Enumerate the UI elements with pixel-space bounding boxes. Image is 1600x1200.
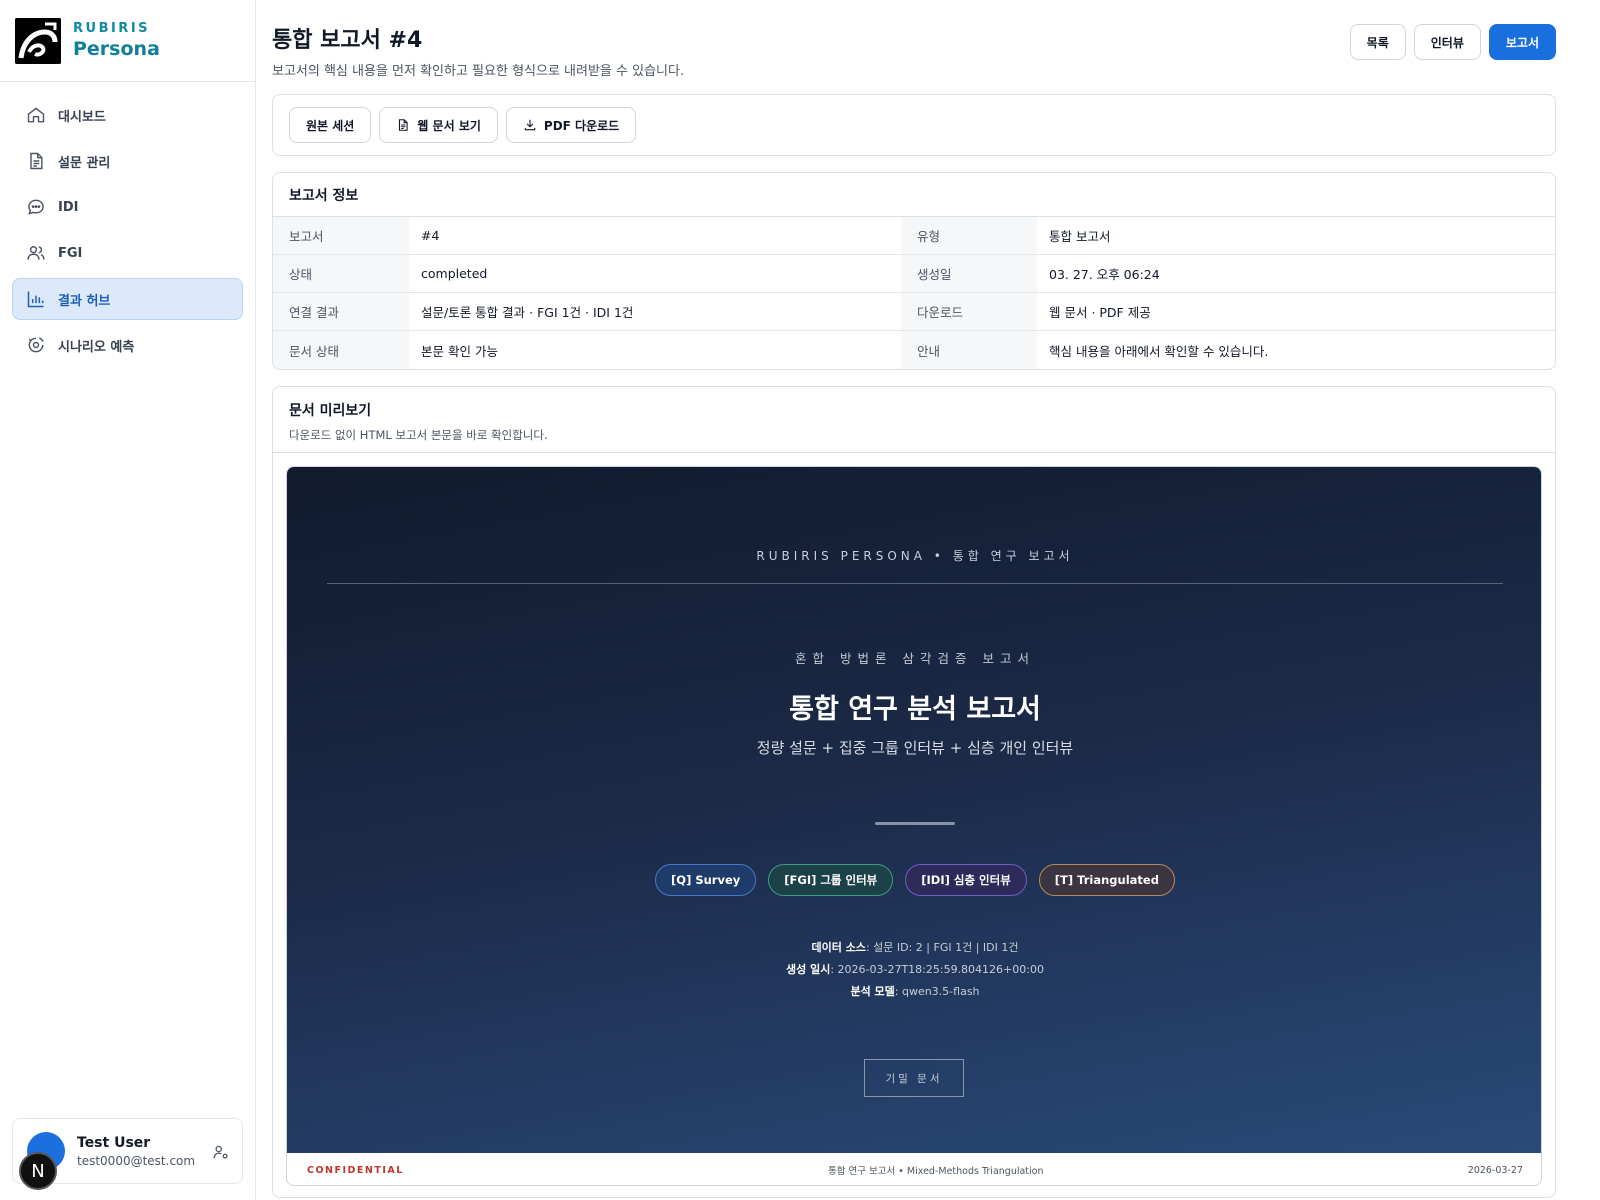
- download-icon: [524, 119, 536, 131]
- document-cover: RUBIRIS PERSONA • 통합 연구 보고서 혼합 방법론 삼각검증 …: [287, 467, 1541, 1153]
- info-key: 문서 상태: [273, 331, 409, 369]
- info-value: #4: [409, 217, 901, 255]
- web-view-button[interactable]: 웹 문서 보기: [379, 107, 498, 143]
- cover-kicker: RUBIRIS PERSONA • 통합 연구 보고서: [756, 549, 1074, 563]
- meta-created-value: : 2026-03-27T18:25:59.804126+00:00: [830, 963, 1044, 976]
- sidebar-item-label: FGI: [58, 245, 83, 261]
- sidebar-item-label: 결과 허브: [58, 293, 111, 309]
- header-actions: 목록 인터뷰 보고서: [1349, 24, 1556, 60]
- document-footer: CONFIDENTIAL 통합 연구 보고서 • Mixed-Methods T…: [287, 1153, 1541, 1185]
- meta-model-label: 분석 모델: [850, 985, 895, 998]
- document-icon: [399, 119, 408, 131]
- page-title: 통합 보고서 #4: [272, 28, 423, 53]
- document-preview-card: 문서 미리보기 다운로드 없이 HTML 보고서 본문을 바로 확인합니다. R…: [272, 386, 1556, 1198]
- cover-subtitle: 정량 설문 + 집중 그룹 인터뷰 + 심층 개인 인터뷰: [756, 739, 1074, 757]
- report-toolbar: 원본 세션 웹 문서 보기 PDF 다운로드: [272, 94, 1556, 156]
- info-key: 다운로드: [901, 293, 1037, 331]
- pdf-download-button[interactable]: PDF 다운로드: [505, 107, 637, 143]
- sidebar-item-idi[interactable]: IDI: [12, 186, 243, 228]
- source-session-button[interactable]: 원본 세션: [289, 107, 372, 143]
- cover-divider: [875, 822, 955, 825]
- chip-fgi: [FGI] 그룹 인터뷰: [768, 864, 894, 896]
- meta-created-label: 생성 일시: [786, 963, 831, 976]
- footer-confidential: CONFIDENTIAL: [307, 1164, 404, 1176]
- avatar: N: [19, 1132, 65, 1190]
- pdf-download-label: PDF 다운로드: [543, 118, 620, 133]
- footer-date: 2026-03-27: [1467, 1164, 1523, 1176]
- sidebar-item-results-hub[interactable]: 결과 허브: [12, 278, 243, 320]
- cover-rule: [327, 583, 1503, 584]
- cover-meta: 데이터 소스: 설문 ID: 2 | FGI 1건 | IDI 1건 생성 일시…: [287, 937, 1541, 1003]
- users-icon: [27, 246, 45, 260]
- chip-survey: [Q] Survey: [655, 864, 757, 896]
- sidebar-item-label: 시나리오 예측: [58, 339, 135, 355]
- dev-badge[interactable]: N: [19, 1152, 57, 1190]
- sidebar-item-scenario[interactable]: 시나리오 예측: [12, 324, 243, 366]
- sidebar-item-label: IDI: [58, 199, 79, 215]
- cover-eyebrow: 혼합 방법론 삼각검증 보고서: [795, 651, 1035, 666]
- list-button[interactable]: 목록: [1349, 24, 1406, 60]
- info-value: 설문/토론 통합 결과 · FGI 1건 · IDI 1건: [409, 293, 901, 331]
- info-value: 웹 문서 · PDF 제공: [1037, 293, 1555, 331]
- report-info-table: 보고서 #4 유형 통합 보고서 상태 completed 생성일 03. 27…: [273, 217, 1555, 369]
- sidebar-item-survey[interactable]: 설문 관리: [12, 140, 243, 182]
- info-key: 상태: [273, 255, 409, 293]
- info-value: 03. 27. 오후 06:24: [1037, 255, 1555, 293]
- source-session-label: 원본 세션: [306, 118, 355, 133]
- page-subtitle: 보고서의 핵심 내용을 먼저 확인하고 필요한 형식으로 내려받을 수 있습니다…: [272, 64, 685, 79]
- brand-name: Persona: [73, 38, 160, 60]
- chip-idi: [IDI] 심층 인터뷰: [905, 864, 1027, 896]
- home-icon: [27, 107, 45, 123]
- sidebar-item-fgi[interactable]: FGI: [12, 232, 243, 274]
- report-info-card: 보고서 정보 보고서 #4 유형 통합 보고서 상태 completed 생성일…: [272, 172, 1556, 370]
- info-key: 유형: [901, 217, 1037, 255]
- bar-chart-icon: [27, 291, 44, 308]
- info-key: 생성일: [901, 255, 1037, 293]
- brand[interactable]: RUBIRIS Persona: [0, 0, 255, 82]
- brand-top: RUBIRIS: [73, 21, 151, 36]
- sidebar-nav: 대시보드 설문 관리 IDI FGI 결과 허브 시나리오 예측: [0, 82, 255, 382]
- user-name: Test User: [77, 1134, 151, 1151]
- meta-source-value: : 설문 ID: 2 | FGI 1건 | IDI 1건: [865, 941, 1019, 954]
- user-email: test0000@test.com: [77, 1153, 196, 1168]
- report-button[interactable]: 보고서: [1488, 24, 1556, 60]
- sidebar-item-label: 설문 관리: [58, 155, 111, 171]
- preview-subtitle: 다운로드 없이 HTML 보고서 본문을 바로 확인합니다.: [289, 428, 548, 442]
- document-icon: [30, 152, 43, 170]
- sidebar-item-label: 대시보드: [58, 109, 106, 125]
- info-value: 핵심 내용을 아래에서 확인할 수 있습니다.: [1049, 343, 1269, 359]
- logo-icon: [15, 17, 61, 64]
- meta-model-value: : qwen3.5-flash: [894, 985, 980, 998]
- user-settings-icon[interactable]: [212, 1143, 230, 1161]
- web-view-label: 웹 문서 보기: [417, 118, 481, 133]
- preview-title: 문서 미리보기: [289, 403, 372, 419]
- footer-title: 통합 연구 보고서 • Mixed-Methods Triangulation: [828, 1166, 1044, 1177]
- info-value: completed: [409, 255, 901, 293]
- info-value: 본문 확인 가능: [421, 343, 498, 359]
- cover-title: 통합 연구 분석 보고서: [789, 694, 1041, 725]
- report-info-title: 보고서 정보: [273, 173, 1555, 217]
- info-key: 안내: [901, 331, 1037, 369]
- chat-icon: [28, 199, 44, 215]
- confidential-stamp: 기밀 문서: [864, 1059, 964, 1097]
- info-key: 보고서: [273, 217, 409, 255]
- sidebar-item-dashboard[interactable]: 대시보드: [12, 94, 243, 136]
- document-preview-frame[interactable]: RUBIRIS PERSONA • 통합 연구 보고서 혼합 방법론 삼각검증 …: [286, 466, 1542, 1186]
- method-chips: [Q] Survey [FGI] 그룹 인터뷰 [IDI] 심층 인터뷰 [T]…: [287, 864, 1541, 896]
- info-key: 연결 결과: [273, 293, 409, 331]
- meta-source-label: 데이터 소스: [811, 941, 866, 954]
- interview-button[interactable]: 인터뷰: [1413, 24, 1481, 60]
- chip-triangulated: [T] Triangulated: [1038, 864, 1175, 896]
- info-value: 통합 보고서: [1037, 217, 1555, 255]
- scenario-icon: [28, 337, 44, 353]
- sidebar: RUBIRIS Persona 대시보드 설문 관리 IDI FGI 결과 허브…: [0, 0, 256, 1200]
- user-card[interactable]: N Test User test0000@test.com: [12, 1118, 243, 1190]
